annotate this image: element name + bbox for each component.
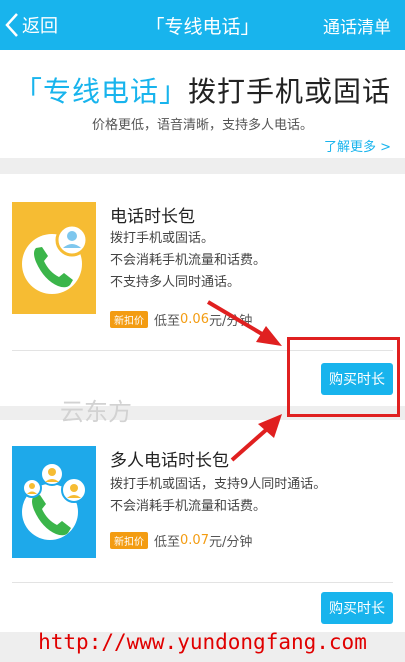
- discount-badge: 新扣价: [110, 532, 148, 549]
- package-description: 拨打手机或固话。 不会消耗手机流量和话费。 不支持多人同时通话。: [110, 228, 266, 294]
- package-description: 拨打手机或固话，支持9人同时通话。 不会消耗手机流量和话费。: [110, 474, 326, 518]
- annotation-highlight-box: [287, 337, 400, 417]
- call-list-button[interactable]: 通话清单: [323, 13, 391, 38]
- description-line: 不会消耗手机流量和话费。: [110, 253, 267, 268]
- intro-banner: 「专线电话」拨打手机或固话 价格更低，语音清晰，支持多人电话。 了解更多 >: [0, 50, 405, 158]
- banner-subtitle: 价格更低，语音清晰，支持多人电话。: [91, 118, 313, 133]
- banner-title-rest: 拨打手机或固话: [188, 75, 392, 108]
- banner-title-highlight: 「专线电话」: [13, 75, 188, 108]
- nav-bar: 返回 「专线电话」 通话清单: [0, 0, 405, 50]
- description-line: 拨打手机或固话，支持9人同时通话。: [110, 477, 327, 492]
- back-label: 返回: [22, 16, 58, 37]
- buy-multi-call-time-button[interactable]: 购买时长: [321, 592, 393, 624]
- phone-single-icon: [12, 202, 96, 314]
- chevron-left-icon: [5, 13, 18, 37]
- watermark: 云东方: [60, 398, 132, 426]
- price-unit: 元/分钟: [208, 314, 253, 329]
- phone-multi-icon: [12, 446, 96, 558]
- back-button[interactable]: 返回: [4, 10, 58, 40]
- price-row: 新扣价 低至 0.06 元/分钟: [110, 310, 252, 329]
- package-title: 电话时长包: [110, 207, 195, 227]
- package-title: 多人电话时长包: [110, 451, 229, 471]
- learn-more-link[interactable]: 了解更多 >: [324, 136, 391, 155]
- divider: [12, 582, 393, 583]
- price-unit: 元/分钟: [208, 535, 253, 550]
- description-line: 不支持多人同时通话。: [110, 275, 241, 290]
- price-value: 0.07: [180, 533, 209, 548]
- description-line: 不会消耗手机流量和话费。: [110, 499, 267, 514]
- price-prefix: 低至: [154, 535, 181, 550]
- banner-title: 「专线电话」拨打手机或固话: [0, 70, 405, 110]
- price-row: 新扣价 低至 0.07 元/分钟: [110, 531, 252, 550]
- price-prefix: 低至: [154, 314, 181, 329]
- package-card-multi-call-time: 多人电话时长包 拨打手机或固话，支持9人同时通话。 不会消耗手机流量和话费。 新…: [0, 420, 405, 632]
- footer-url: http://www.yundongfang.com: [38, 630, 367, 654]
- price-value: 0.06: [180, 312, 209, 327]
- discount-badge: 新扣价: [110, 311, 148, 328]
- description-line: 拨打手机或固话。: [110, 231, 215, 246]
